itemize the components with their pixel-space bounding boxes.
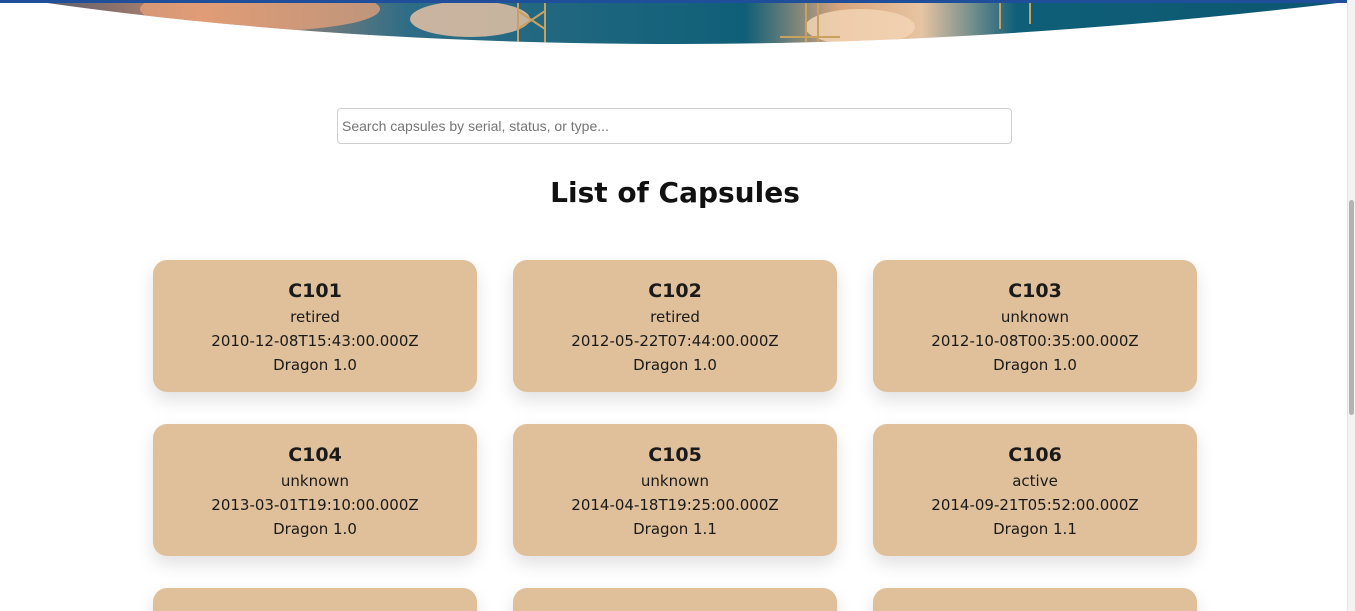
- scrollbar-thumb[interactable]: [1349, 200, 1354, 415]
- capsule-type: Dragon 1.0: [633, 356, 717, 374]
- capsule-type: Dragon 1.1: [633, 520, 717, 538]
- capsule-type: Dragon 1.1: [993, 520, 1077, 538]
- search-bar: [337, 108, 1012, 144]
- hero-banner-image: [0, 0, 1355, 44]
- capsule-serial: C105: [648, 444, 702, 466]
- capsule-card[interactable]: C106 active 2014-09-21T05:52:00.000Z Dra…: [873, 424, 1197, 556]
- capsule-launch-date: 2014-04-18T19:25:00.000Z: [571, 496, 779, 514]
- capsule-serial: C103: [1008, 280, 1062, 302]
- capsule-card[interactable]: C105 unknown 2014-04-18T19:25:00.000Z Dr…: [513, 424, 837, 556]
- capsule-launch-date: 2010-12-08T15:43:00.000Z: [211, 332, 419, 350]
- search-input[interactable]: [337, 108, 1012, 144]
- capsule-launch-date: 2014-09-21T05:52:00.000Z: [931, 496, 1139, 514]
- vertical-scrollbar[interactable]: [1347, 0, 1355, 611]
- capsule-launch-date: 2012-10-08T00:35:00.000Z: [931, 332, 1139, 350]
- capsule-status: unknown: [640, 472, 710, 490]
- top-accent-strip: [0, 0, 1355, 3]
- capsule-serial: C106: [1008, 444, 1062, 466]
- capsule-card[interactable]: [513, 588, 837, 611]
- capsule-type: Dragon 1.0: [273, 356, 357, 374]
- capsule-card[interactable]: [153, 588, 477, 611]
- capsule-type: Dragon 1.0: [273, 520, 357, 538]
- page: List of Capsules C101 retired 2010-12-08…: [0, 0, 1355, 611]
- capsule-card[interactable]: C102 retired 2012-05-22T07:44:00.000Z Dr…: [513, 260, 837, 392]
- capsule-serial: C104: [288, 444, 342, 466]
- capsule-status: retired: [290, 308, 340, 326]
- capsule-card[interactable]: C101 retired 2010-12-08T15:43:00.000Z Dr…: [153, 260, 477, 392]
- capsule-launch-date: 2013-03-01T19:10:00.000Z: [211, 496, 419, 514]
- capsule-type: Dragon 1.0: [993, 356, 1077, 374]
- capsule-serial: C101: [288, 280, 342, 302]
- capsule-status: active: [1012, 472, 1058, 490]
- capsule-grid: C101 retired 2010-12-08T15:43:00.000Z Dr…: [153, 260, 1197, 611]
- capsule-status: unknown: [280, 472, 350, 490]
- capsule-card[interactable]: [873, 588, 1197, 611]
- capsule-card[interactable]: C104 unknown 2013-03-01T19:10:00.000Z Dr…: [153, 424, 477, 556]
- capsule-serial: C102: [648, 280, 702, 302]
- capsule-status: unknown: [1000, 308, 1070, 326]
- page-title: List of Capsules: [550, 176, 800, 209]
- capsule-status: retired: [650, 308, 700, 326]
- capsule-launch-date: 2012-05-22T07:44:00.000Z: [571, 332, 779, 350]
- capsule-card[interactable]: C103 unknown 2012-10-08T00:35:00.000Z Dr…: [873, 260, 1197, 392]
